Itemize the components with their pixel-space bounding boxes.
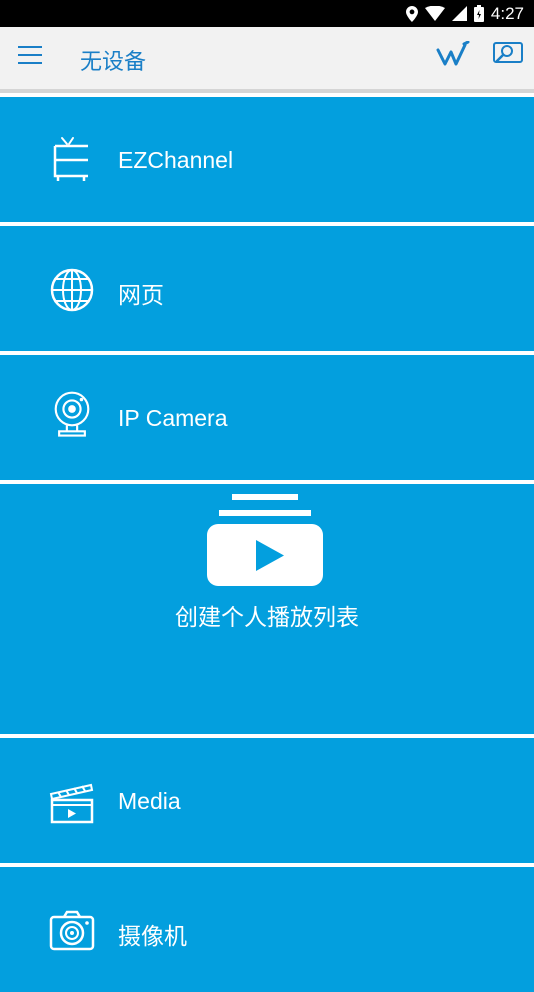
globe-icon [50,268,94,312]
tile-camera[interactable]: 摄像机 [0,867,534,992]
webcam-icon [54,391,90,437]
tile-label: EZChannel [118,147,234,173]
tile-label: IP Camera [118,405,228,431]
tile-ip-camera[interactable]: IP Camera [0,355,534,480]
playlist-icon [207,494,323,586]
cast-icon[interactable] [492,41,524,67]
pen-w-icon[interactable] [436,41,470,67]
menu-icon[interactable] [18,45,44,65]
status-time: 4:27 [490,3,524,23]
location-icon [405,5,418,22]
wifi-icon [424,6,445,21]
tile-label: Media [118,788,181,814]
tile-ezchannel[interactable]: EZChannel [0,97,534,222]
tile-label: 摄像机 [118,923,187,949]
tile-create-playlist[interactable]: 创建个人播放列表 [0,484,534,734]
page-title: 无设备 [80,49,147,74]
tile-web[interactable]: 网页 [0,226,534,351]
app-bar: 无设备 [0,27,534,93]
tile-media[interactable]: Media [0,738,534,863]
tile-label: 创建个人播放列表 [175,604,359,630]
battery-icon [473,5,484,22]
tile-label: 网页 [118,282,164,308]
status-bar: 4:27 [0,0,534,27]
camera-icon [49,910,95,951]
signal-icon [451,6,467,21]
clapperboard-icon [49,783,94,824]
tv-icon [53,137,88,181]
